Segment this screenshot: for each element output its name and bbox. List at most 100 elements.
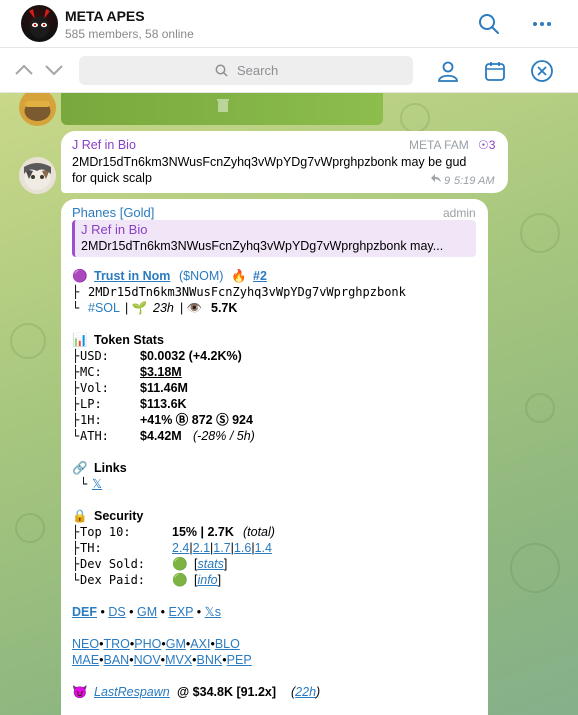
bot-link[interactable]: BAN <box>103 653 129 667</box>
tree-branch: ├ <box>72 541 80 555</box>
bot-link[interactable]: MVX <box>165 653 192 667</box>
bot-link[interactable]: GM <box>166 637 186 651</box>
x-link[interactable]: 𝕏 <box>92 476 102 492</box>
group-avatar[interactable] <box>21 5 58 42</box>
token-age: 23h <box>153 301 174 315</box>
stat-value: $4.42M <box>140 429 182 443</box>
bot-links-row: MAE•BAN•NOV•MVX•BNK•PEP <box>72 653 252 667</box>
message-bubble[interactable]: J Ref in Bio META FAM ☉3 2MDr15dTn6km3NW… <box>61 131 508 193</box>
bot-link[interactable]: PHO <box>134 637 161 651</box>
reply-quote[interactable]: J Ref in Bio 2MDr15dTn6km3NWusFcnZyhq3vW… <box>72 220 476 257</box>
holder-link[interactable]: 1.4 <box>255 541 272 555</box>
views-count: 5.7K <box>211 301 238 315</box>
holder-link[interactable]: 2.1 <box>193 541 210 555</box>
message-bubble[interactable]: Phanes [Gold] admin J Ref in Bio 2MDr15d… <box>61 199 488 715</box>
rank-link[interactable]: #2 <box>253 268 267 284</box>
user-filter-icon[interactable] <box>436 59 460 83</box>
token-symbol: ($NOM) <box>179 269 224 283</box>
holder-link[interactable]: 2.4 <box>172 541 189 555</box>
background-doodle <box>10 323 46 359</box>
stat-value: +41% Ⓑ 872 Ⓢ 924 <box>140 413 253 427</box>
purple-circle-icon: 🟣 <box>72 269 88 283</box>
quick-link[interactable]: EXP <box>169 605 194 619</box>
quote-sender: J Ref in Bio <box>81 222 148 237</box>
quick-link[interactable]: GM <box>137 605 157 619</box>
rank-badge: ☉3 <box>478 138 496 152</box>
calendar-icon[interactable] <box>483 59 507 83</box>
chat-header: META APES 585 members, 58 online <box>0 0 578 48</box>
chat-title[interactable]: META APES <box>65 8 145 24</box>
bot-link[interactable]: TRO <box>103 637 129 651</box>
tree-branch: ├ <box>72 557 80 571</box>
respawn-age-link[interactable]: 22h <box>295 685 316 699</box>
bot-link[interactable]: NEO <box>72 637 99 651</box>
reply-count-icon <box>431 174 441 182</box>
member-tag: META FAM <box>409 138 469 152</box>
quick-link[interactable]: DEF <box>72 605 97 619</box>
sender-name[interactable]: J Ref in Bio <box>72 137 136 153</box>
stat-label: Dex Paid: <box>80 573 146 587</box>
background-doodle <box>520 213 560 253</box>
stat-label: Dev Sold: <box>80 557 146 571</box>
stat-value-link[interactable]: $3.18M <box>140 364 182 380</box>
sender-avatar[interactable] <box>19 157 56 194</box>
chain-tag[interactable]: #SOL <box>88 300 120 316</box>
chevron-down-icon[interactable] <box>44 62 64 78</box>
stat-value: $113.6K <box>140 397 187 411</box>
search-icon[interactable] <box>477 12 501 36</box>
quick-link[interactable]: DS <box>108 605 125 619</box>
token-name-link[interactable]: Trust in Nom <box>94 268 170 284</box>
token-address[interactable]: 2MDr15dTn6km3NWusFcnZyhq3vWpYDg7vWprghpz… <box>88 284 406 300</box>
image-message[interactable] <box>61 93 383 125</box>
stat-label: LP: <box>80 397 102 411</box>
chevron-up-icon[interactable] <box>14 62 34 78</box>
links-title: Links <box>94 461 127 475</box>
respawn-link[interactable]: LastRespawn <box>94 684 170 700</box>
stat-value: 15% | 2.7K <box>172 525 234 539</box>
stat-label: ATH: <box>80 429 109 443</box>
stats-title: Token Stats <box>94 333 164 347</box>
stat-note: (total) <box>243 525 275 539</box>
background-doodle <box>525 393 555 423</box>
background-doodle <box>510 543 560 593</box>
quick-link[interactable]: 𝕏s <box>205 605 221 619</box>
bot-link[interactable]: AXI <box>190 637 210 651</box>
background-doodle <box>400 103 430 133</box>
search-toolbar: Search <box>0 49 578 93</box>
bot-link[interactable]: PEP <box>227 653 252 667</box>
info-link[interactable]: info <box>197 573 217 587</box>
chat-area: J Ref in Bio META FAM ☉3 2MDr15dTn6km3NW… <box>0 93 578 715</box>
tree-branch: └ <box>80 477 88 491</box>
stats-link[interactable]: stats <box>197 557 223 571</box>
tree-branch: └ <box>72 301 80 315</box>
sender-avatar[interactable] <box>19 93 56 126</box>
bot-link[interactable]: BLO <box>215 637 240 651</box>
stats-bracket: [stats] <box>194 557 228 571</box>
link-icon: 🔗 <box>72 461 88 475</box>
bot-link[interactable]: BNK <box>197 653 223 667</box>
view-count: 9 <box>444 175 451 187</box>
sender-name[interactable]: Phanes [Gold] <box>72 205 154 221</box>
bot-link[interactable]: NOV <box>134 653 161 667</box>
stat-label: MC: <box>80 365 102 379</box>
trash-icon <box>217 99 229 112</box>
green-check-icon: 🟢 <box>172 573 188 587</box>
stat-label: 1H: <box>80 413 102 427</box>
close-icon[interactable] <box>530 59 554 83</box>
stat-value: $0.0032 (+4.2K%) <box>140 349 242 363</box>
holder-link[interactable]: 1.6 <box>234 541 251 555</box>
tree-branch: ├ <box>72 525 80 539</box>
holder-link[interactable]: 1.7 <box>213 541 230 555</box>
green-check-icon: 🟢 <box>172 557 188 571</box>
stat-note: (-28% / 5h) <box>193 429 255 443</box>
bot-link[interactable]: MAE <box>72 653 99 667</box>
stat-label: Vol: <box>80 381 109 395</box>
more-options-icon[interactable] <box>530 12 554 36</box>
top-holders-links: 2.4|2.1|1.7|1.6|1.4 <box>172 541 272 555</box>
bot-links-row: NEO•TRO•PHO•GM•AXI•BLO <box>72 637 240 651</box>
tree-branch: └ <box>72 429 80 443</box>
eye-icon: | 👁️ <box>180 301 203 315</box>
stat-label: TH: <box>80 541 102 555</box>
search-input[interactable]: Search <box>79 56 413 85</box>
info-bracket: [info] <box>194 573 222 587</box>
